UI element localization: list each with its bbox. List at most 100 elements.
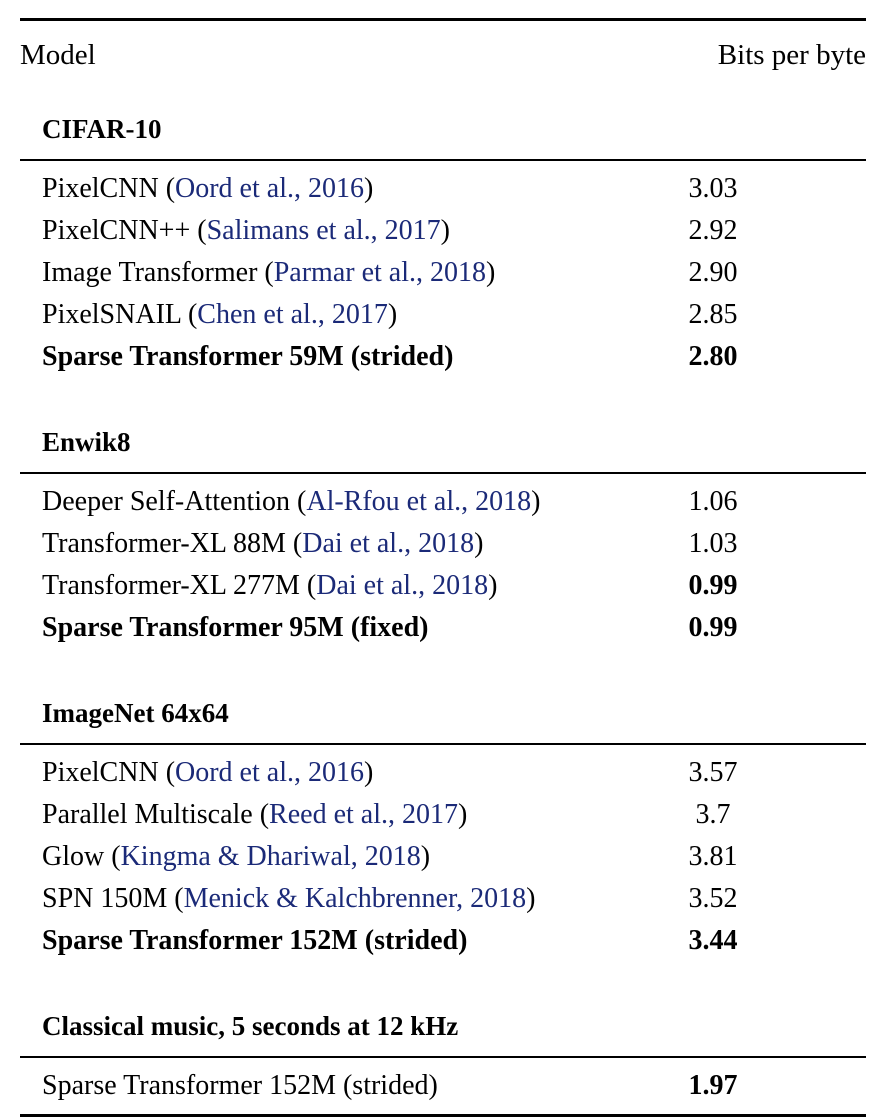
table-row: Transformer-XL 277M (Dai et al., 2018) 0.…	[20, 565, 866, 607]
table-row: Transformer-XL 88M (Dai et al., 2018) 1.0…	[20, 523, 866, 565]
table-row: Sparse Transformer 59M (strided) 2.80	[20, 336, 866, 385]
table-bottom-rule	[20, 1113, 866, 1117]
model-name-text: Deeper Self-Attention	[42, 486, 298, 517]
cell-bits-per-byte: 3.52	[688, 883, 738, 914]
results-table: Model Bits per byte CIFAR-10 PixelCNN (Oord…	[20, 17, 866, 1117]
citation-open-paren: (	[165, 757, 176, 788]
cell-model-name: SPN 150M (Menick & Kalchbrenner, 2018)	[20, 878, 640, 920]
section-gap	[20, 969, 866, 985]
citation-link[interactable]: Kingma & Dhariwal	[121, 841, 351, 872]
model-name-text: Sparse Transformer 152M (strided)	[42, 1070, 438, 1101]
cell-model-name: Sparse Transformer 152M (strided)	[20, 920, 640, 969]
model-name-text: Sparse Transformer 152M (strided)	[42, 925, 468, 956]
table-header-row: Model Bits per byte	[20, 20, 866, 89]
citation-close-paren: )	[488, 570, 498, 601]
model-name-text: Glow	[42, 841, 112, 872]
citation-close-paren: )	[526, 883, 536, 914]
cell-model-name: PixelCNN (Oord et al., 2016)	[20, 744, 640, 794]
cell-bits-per-byte: 3.03	[688, 173, 738, 204]
citation-link[interactable]: Dai et al., 2018	[316, 570, 488, 601]
citation-link[interactable]: Reed et al., 2017	[269, 799, 458, 830]
citation-open-paren: (	[264, 257, 274, 288]
citation-open-paren: (	[259, 799, 270, 830]
model-name-text: PixelCNN	[42, 173, 166, 204]
cell-bits-per-byte: 3.57	[688, 757, 738, 788]
citation-link[interactable]: Oord et al., 2016	[175, 757, 364, 788]
cell-model-name: Sparse Transformer 95M (fixed)	[20, 607, 640, 656]
model-name-text: PixelSNAIL	[42, 299, 188, 330]
section-heading-classical-music: Classical music, 5 seconds at 12 kHz	[42, 1011, 459, 1041]
cell-model-name: Sparse Transformer 152M (strided)	[20, 1057, 640, 1114]
citation-link[interactable]: Al-Rfou et al., 2018	[306, 486, 531, 517]
citation-open-paren: (	[306, 570, 317, 601]
cell-bits-per-byte: 1.03	[688, 528, 738, 559]
section-gap-cell	[20, 969, 866, 985]
citation-link[interactable]: Parmar et al., 2018	[274, 257, 486, 288]
model-name-text: Transformer-XL 88M	[42, 528, 293, 559]
citation-link[interactable]: Salimans et al., 2017	[207, 215, 441, 246]
cell-model-name: Sparse Transformer 59M (strided)	[20, 336, 640, 385]
model-name-text: Parallel Multiscale	[42, 799, 260, 830]
column-header-bits-per-byte: Bits per byte	[717, 39, 866, 71]
section-heading-enwik8: Enwik8	[42, 427, 131, 457]
cell-model-name: PixelCNN (Oord et al., 2016)	[20, 160, 640, 210]
table-row: PixelCNN++ (Salimans et al., 2017) 2.92	[20, 210, 866, 252]
table-row: Glow (Kingma & Dhariwal, 2018) 3.81	[20, 836, 866, 878]
model-name-text: Sparse Transformer 59M (strided)	[42, 341, 454, 372]
cell-bits-per-byte: 3.81	[688, 841, 738, 872]
model-name-text: Sparse Transformer 95M (fixed)	[42, 612, 429, 643]
cell-bits-per-byte: 0.99	[688, 570, 738, 601]
citation-close-paren: )	[474, 528, 484, 559]
table-row: PixelCNN (Oord et al., 2016) 3.03	[20, 160, 866, 210]
section-heading-cifar10: CIFAR-10	[42, 114, 162, 144]
citation-link[interactable]: Chen et al., 2017	[197, 299, 388, 330]
citation-open-paren: (	[174, 883, 184, 914]
cell-model-name: Deeper Self-Attention (Al-Rfou et al., 2…	[20, 473, 640, 523]
cell-bits-per-byte: 2.92	[688, 215, 738, 246]
section-heading-row-classical-music: Classical music, 5 seconds at 12 kHz	[20, 985, 866, 1056]
table-row: SPN 150M (Menick & Kalchbrenner, 2018) 3.…	[20, 878, 866, 920]
results-table-container: Model Bits per byte CIFAR-10 PixelCNN (Oord…	[0, 0, 888, 1117]
cell-bits-per-byte: 3.7	[695, 799, 731, 830]
citation-open-paren: (	[165, 173, 176, 204]
citation-year-suffix: , 2018	[456, 883, 527, 914]
table-row: PixelSNAIL (Chen et al., 2017) 2.85	[20, 294, 866, 336]
citation-link[interactable]: Menick & Kalchbrenner	[184, 883, 457, 914]
citation-close-paren: )	[387, 299, 398, 330]
citation-link[interactable]: Oord et al., 2016	[175, 173, 364, 204]
citation-open-paren: (	[292, 528, 303, 559]
table-row: Sparse Transformer 152M (strided) 3.44	[20, 920, 866, 969]
citation-close-paren: )	[486, 257, 496, 288]
citation-open-paren: (	[297, 486, 307, 517]
table-row: Deeper Self-Attention (Al-Rfou et al., 2…	[20, 473, 866, 523]
cell-model-name: Transformer-XL 88M (Dai et al., 2018)	[20, 523, 640, 565]
cell-bits-per-byte: 2.80	[688, 341, 738, 372]
table-row: PixelCNN (Oord et al., 2016) 3.57	[20, 744, 866, 794]
model-name-text: SPN 150M	[42, 883, 175, 914]
model-name-text: Image Transformer	[42, 257, 265, 288]
section-gap-cell	[20, 385, 866, 401]
cell-bits-per-byte: 1.06	[688, 486, 738, 517]
model-name-text: Transformer-XL 277M	[42, 570, 307, 601]
cell-model-name: Transformer-XL 277M (Dai et al., 2018)	[20, 565, 640, 607]
column-header-model: Model	[20, 39, 96, 71]
citation-open-paren: (	[111, 841, 121, 872]
citation-close-paren: )	[531, 486, 541, 517]
cell-bits-per-byte: 3.44	[688, 925, 738, 956]
citation-close-paren: )	[440, 215, 450, 246]
cell-bits-per-byte: 2.90	[688, 257, 738, 288]
cell-model-name: PixelSNAIL (Chen et al., 2017)	[20, 294, 640, 336]
cell-model-name: Glow (Kingma & Dhariwal, 2018)	[20, 836, 640, 878]
cell-bits-per-byte: 1.97	[688, 1070, 738, 1101]
cell-model-name: Image Transformer (Parmar et al., 2018)	[20, 252, 640, 294]
section-gap-cell	[20, 656, 866, 672]
table-row: Sparse Transformer 95M (fixed) 0.99	[20, 607, 866, 656]
citation-open-paren: (	[187, 299, 198, 330]
citation-link[interactable]: Dai et al., 2018	[302, 528, 474, 559]
model-name-text: PixelCNN++	[42, 215, 198, 246]
citation-close-paren: )	[420, 841, 431, 872]
section-heading-imagenet64: ImageNet 64x64	[42, 698, 229, 728]
cell-model-name: PixelCNN++ (Salimans et al., 2017)	[20, 210, 640, 252]
citation-year-suffix: , 2018	[350, 841, 421, 872]
rule-line	[20, 1113, 866, 1117]
